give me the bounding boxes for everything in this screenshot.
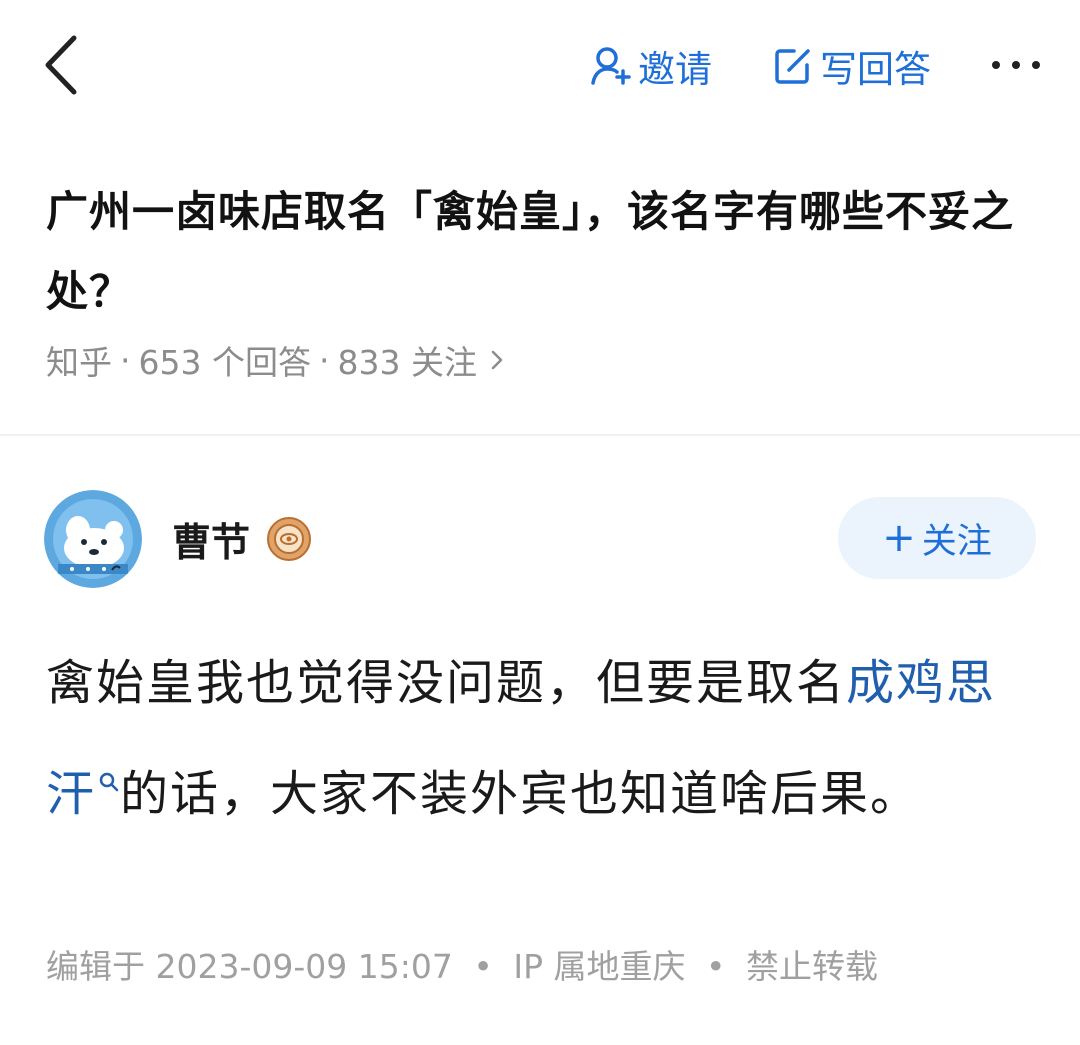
edit-time: 编辑于 2023-09-09 15:07	[46, 947, 453, 986]
separator-dot: ·	[120, 340, 131, 380]
back-button[interactable]	[36, 30, 92, 100]
avatar[interactable]	[44, 490, 142, 588]
separator-dot: ·	[318, 340, 330, 380]
answer-text-before: 禽始皇我也觉得没问题，但要是取名	[46, 655, 847, 711]
section-divider	[0, 434, 1080, 436]
author-name[interactable]: 曹节	[172, 512, 250, 568]
chevron-left-icon	[45, 35, 77, 95]
plus-icon: +	[882, 515, 916, 561]
more-icon	[992, 61, 1040, 69]
chevron-right-icon	[489, 347, 505, 373]
follow-label: 关注	[921, 521, 992, 562]
separator-dot: •	[705, 947, 726, 986]
answer-meta: 编辑于 2023-09-09 15:07 • IP 属地重庆 • 禁止转载	[46, 940, 878, 988]
copyright-notice: 禁止转载	[745, 947, 878, 986]
add-user-icon	[590, 45, 632, 87]
top-bar: 邀请 写回答	[0, 0, 1080, 130]
separator-dot: •	[473, 947, 493, 986]
question-meta[interactable]: 知乎 · 653 个回答 · 833 关注	[46, 336, 505, 384]
answer-text-after: 的话，大家不装外宾也知道啥后果。	[120, 766, 921, 822]
more-button[interactable]	[986, 50, 1046, 80]
write-answer-label: 写回答	[820, 48, 931, 91]
answer-count: 653 个回答	[138, 343, 311, 382]
edit-icon	[772, 45, 814, 87]
invite-label: 邀请	[638, 48, 712, 91]
invite-button[interactable]: 邀请	[590, 40, 712, 92]
answer-content: 禽始皇我也觉得没问题，但要是取名成鸡思汗 的话，大家不装外宾也知道啥后果。	[46, 636, 1036, 841]
ip-location: IP 属地重庆	[513, 947, 686, 986]
badge-icon[interactable]	[266, 516, 312, 562]
question-title[interactable]: 广州一卤味店取名「禽始皇」，该名字有哪些不妥之处？	[46, 172, 1046, 332]
write-answer-button[interactable]: 写回答	[772, 40, 931, 92]
question-source: 知乎	[46, 343, 112, 382]
follow-button[interactable]: + 关注	[838, 497, 1036, 579]
follow-count: 833 关注	[337, 343, 477, 382]
search-icon	[98, 730, 120, 824]
